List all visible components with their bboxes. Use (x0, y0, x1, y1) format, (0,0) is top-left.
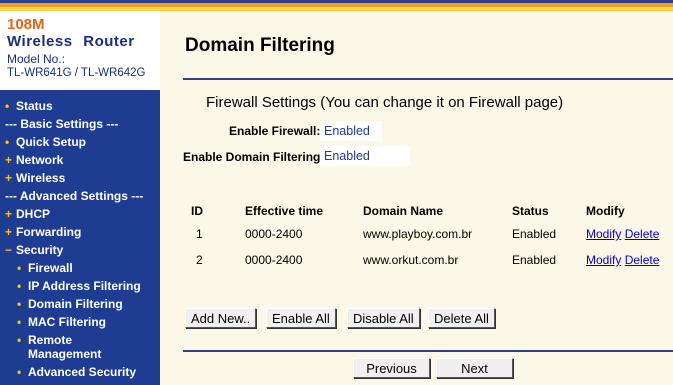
sidebar-item-domain-filtering[interactable]: • Domain Filtering (0, 295, 160, 313)
table-row: 2 0000-2400 www.orkut.com.br Enabled Mod… (183, 247, 666, 273)
previous-button[interactable]: Previous (353, 358, 430, 378)
sidebar-item-label: Remote Management (28, 333, 102, 361)
enable-firewall-label: Enable Firewall: (229, 124, 321, 138)
sidebar: 108M Wireless Router Model No.: TL-WR641… (0, 11, 160, 385)
domain-filter-table: ID Effective time Domain Name Status Mod… (183, 201, 666, 273)
modify-link[interactable]: Modify (586, 253, 621, 267)
enable-domain-filtering-label: Enable Domain Filtering: (183, 150, 325, 164)
expand-icon: + (5, 207, 13, 221)
enable-firewall-value: Enabled (320, 121, 382, 141)
delete-link[interactable]: Delete (625, 253, 660, 267)
sidebar-item-firewall[interactable]: • Firewall (0, 259, 160, 277)
cell-status: Enabled (512, 227, 557, 241)
bullet-icon: • (17, 261, 22, 275)
sidebar-item-label: Wireless (16, 171, 66, 185)
brand-panel: 108M Wireless Router Model No.: TL-WR641… (0, 11, 160, 90)
sidebar-item-label: Firewall (28, 261, 73, 275)
bullet-icon: • (17, 297, 22, 311)
cell-actions: Modify Delete (586, 247, 666, 273)
header-status: Status (512, 204, 549, 218)
expand-icon: + (5, 225, 13, 239)
modify-link[interactable]: Modify (586, 227, 621, 241)
header-effective-time: Effective time (245, 204, 324, 218)
sidebar-item-security[interactable]: − Security (0, 241, 160, 259)
section-advanced-settings: --- Advanced Settings --- (0, 187, 160, 205)
expand-icon: + (5, 153, 13, 167)
delete-all-button[interactable]: Delete All (428, 308, 495, 328)
bullet-icon: • (17, 315, 22, 329)
sidebar-item-label: DHCP (16, 207, 51, 221)
sidebar-item-label: MAC Filtering (28, 315, 106, 329)
top-stripe (0, 0, 673, 11)
collapse-icon: − (5, 243, 13, 257)
sidebar-item-ip-address-filtering[interactable]: • IP Address Filtering (0, 277, 160, 295)
bullet-icon: • (17, 279, 22, 293)
sidebar-item-label: Security (16, 243, 64, 257)
brand-speed: 108M (7, 16, 45, 33)
model-number: TL-WR641G / TL-WR642G (7, 67, 146, 79)
sidebar-item-label: Domain Filtering (28, 297, 123, 311)
sidebar-item-label: Quick Setup (16, 135, 87, 149)
sidebar-item-dhcp[interactable]: + DHCP (0, 205, 160, 223)
sidebar-item-mac-filtering[interactable]: • MAC Filtering (0, 313, 160, 331)
sidebar-item-forwarding[interactable]: + Forwarding (0, 223, 160, 241)
bullet-icon: • (17, 333, 22, 347)
divider (183, 350, 673, 352)
cell-effective-time: 0000-2400 (245, 253, 303, 267)
sidebar-item-quick-setup[interactable]: • Quick Setup (0, 133, 160, 151)
firewall-settings-heading: Firewall Settings (You can change it on … (206, 94, 564, 111)
table-row: 1 0000-2400 www.playboy.com.br Enabled M… (183, 221, 666, 247)
enable-all-button[interactable]: Enable All (266, 308, 336, 328)
table-header-row: ID Effective time Domain Name Status Mod… (183, 201, 666, 221)
header-domain-name: Domain Name (363, 204, 444, 218)
header-id: ID (191, 204, 203, 218)
header-modify: Modify (586, 204, 625, 218)
section-label: --- Basic Settings --- (5, 117, 119, 131)
sidebar-item-status[interactable]: • Status (0, 97, 160, 115)
bullet-icon: • (5, 99, 10, 113)
add-new-button[interactable]: Add New.. (185, 308, 257, 328)
sidebar-item-label: Forwarding (16, 225, 82, 239)
main-content: Domain Filtering Firewall Settings (You … (160, 11, 673, 385)
cell-status: Enabled (512, 253, 557, 267)
sidebar-item-label: Status (16, 99, 53, 113)
section-basic-settings: --- Basic Settings --- (0, 115, 160, 133)
enable-domain-filtering-value: Enabled (320, 146, 410, 166)
divider (183, 78, 673, 80)
sidebar-item-network[interactable]: + Network (0, 151, 160, 169)
sidebar-item-label: Advanced Security (28, 365, 137, 379)
cell-domain-name: www.orkut.com.br (363, 253, 459, 267)
next-button[interactable]: Next (436, 358, 513, 378)
expand-icon: + (5, 171, 13, 185)
cell-effective-time: 0000-2400 (245, 227, 303, 241)
delete-link[interactable]: Delete (625, 227, 660, 241)
cell-actions: Modify Delete (586, 221, 666, 247)
brand-name: Wireless Router (7, 33, 135, 50)
sidebar-item-wireless[interactable]: + Wireless (0, 169, 160, 187)
sidebar-item-remote-management[interactable]: • Remote Management (0, 331, 160, 363)
bullet-icon: • (17, 365, 22, 379)
section-label: --- Advanced Settings --- (5, 189, 144, 203)
sidebar-item-label: IP Address Filtering (28, 279, 141, 293)
sidebar-item-label: Network (16, 153, 64, 167)
cell-id: 2 (196, 253, 203, 267)
cell-domain-name: www.playboy.com.br (363, 227, 473, 241)
page-title: Domain Filtering (185, 35, 335, 56)
sidebar-item-advanced-security[interactable]: • Advanced Security (0, 363, 160, 381)
model-label: Model No.: (7, 52, 66, 66)
disable-all-button[interactable]: Disable All (347, 308, 420, 328)
bullet-icon: • (5, 135, 10, 149)
sidebar-menu: • Status --- Basic Settings --- • Quick Se… (0, 97, 160, 381)
cell-id: 1 (196, 227, 203, 241)
